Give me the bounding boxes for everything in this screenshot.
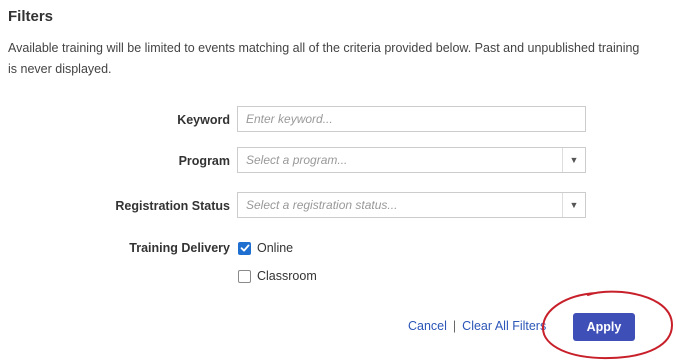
filters-description: Available training will be limited to ev… <box>8 41 640 76</box>
registration-status-select-placeholder: Select a registration status... <box>246 198 398 212</box>
classroom-checkbox-label: Classroom <box>257 269 317 283</box>
registration-status-label: Registration Status <box>115 199 230 213</box>
program-select-placeholder: Select a program... <box>246 153 348 167</box>
training-delivery-label: Training Delivery <box>129 241 230 255</box>
keyword-input[interactable] <box>246 108 577 130</box>
caret-down-icon: ▼ <box>562 193 585 217</box>
filters-panel: Filters Available training will be limit… <box>0 0 676 363</box>
cancel-link[interactable]: Cancel <box>408 319 447 333</box>
caret-down-icon: ▼ <box>562 148 585 172</box>
online-checkbox-label: Online <box>257 241 294 255</box>
registration-status-select[interactable]: Select a registration status... ▼ <box>237 192 586 218</box>
filter-actions: Cancel | Clear All Filters <box>408 319 546 333</box>
keyword-field <box>237 106 586 132</box>
clear-all-filters-link[interactable]: Clear All Filters <box>462 319 546 333</box>
program-label: Program <box>178 154 230 168</box>
online-checkbox[interactable] <box>238 241 251 255</box>
keyword-label: Keyword <box>177 113 230 127</box>
check-icon <box>240 244 249 252</box>
apply-button[interactable]: Apply <box>573 313 635 341</box>
classroom-checkbox[interactable] <box>238 269 251 283</box>
program-select[interactable]: Select a program... ▼ <box>237 147 586 173</box>
online-checkbox-row[interactable]: Online <box>238 240 293 256</box>
page-title: Filters <box>8 8 54 25</box>
classroom-checkbox-row[interactable]: Classroom <box>238 268 317 284</box>
action-separator: | <box>452 319 457 333</box>
